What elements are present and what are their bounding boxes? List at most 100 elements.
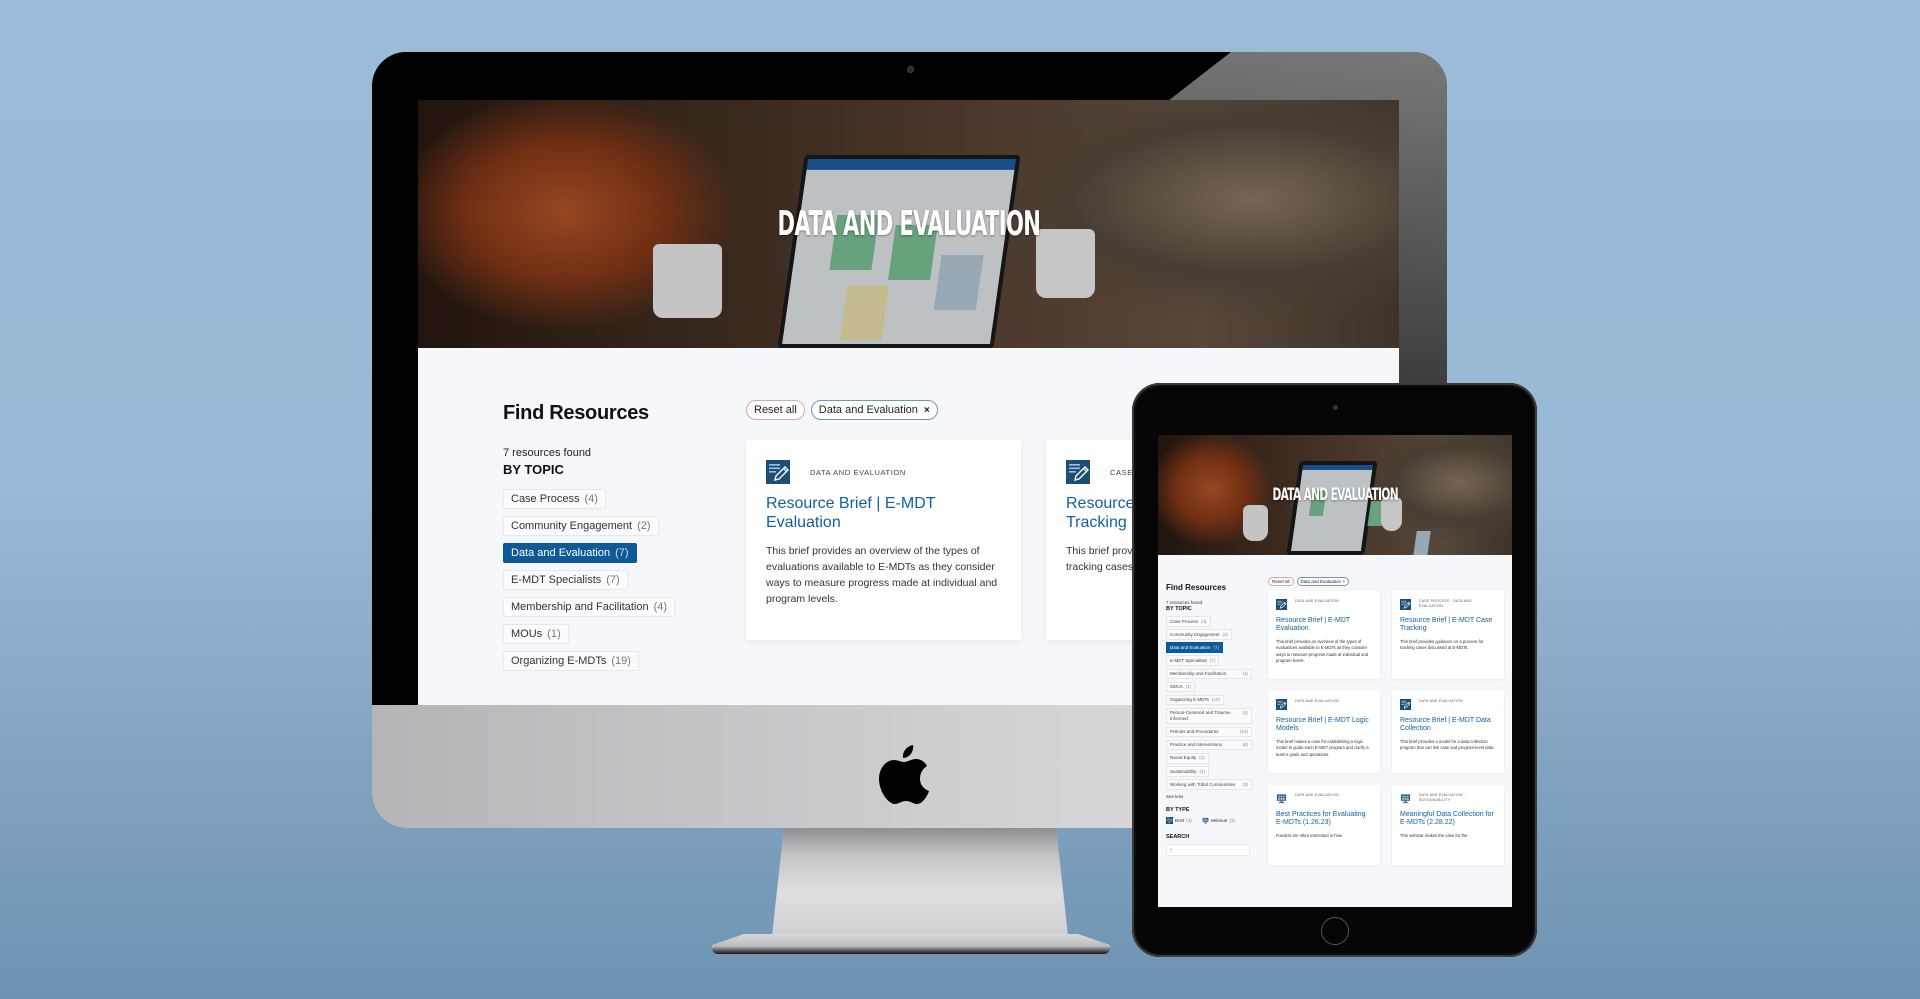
chip-label: Membership and Facilitation [511,601,649,613]
card-description: This brief provides an overview of the t… [1276,638,1369,664]
chip-label: Community Engagement [511,520,633,532]
chip-label: Membership and Facilitation [1170,671,1227,676]
resource-card[interactable]: CASE PROCESS · DATA AND EVALUATION Resou… [1392,591,1504,679]
chip-count: (4) [1242,671,1249,676]
topic-chip-case-process[interactable]: Case Process (4) [1166,616,1211,627]
search-heading: SEARCH [1166,833,1190,840]
type-count: (3) [1229,817,1235,823]
card-title-link[interactable]: Resource Brief | E-MDT Logic Models [1276,717,1372,734]
page-title: Find Resources [1166,583,1227,592]
card-description: This brief provides a model for a data c… [1400,738,1495,751]
resource-card[interactable]: DATA AND EVALUATION Best Practices for E… [1268,785,1380,865]
page-title: Find Resources [503,402,649,424]
resource-card[interactable]: DATA AND EVALUATION Resource Brief | E-M… [1268,691,1380,773]
chip-label: Data and Evaluation [1170,644,1211,650]
topic-chip-community-engagement[interactable]: Community Engagement (2) [1166,629,1233,640]
topic-chip-data-and-evaluation[interactable]: Data and Evaluation (7) [503,543,637,563]
topic-chip-practice-interventions[interactable]: Practice and Interventions (8) [1166,739,1252,751]
by-topic-heading: BY TOPIC [1166,606,1192,612]
webinar-icon [1202,817,1209,824]
card-title-link[interactable]: Meaningful Data Collection for E-MDTs (2… [1400,811,1496,828]
close-icon[interactable]: × [1342,579,1345,584]
active-filter-label: Data and Evaluation [818,404,918,416]
topic-chip-membership-facilitation[interactable]: Membership and Facilitation (4) [503,597,676,617]
topic-chip-emdt-specialists[interactable]: E-MDT Specialists (7) [503,570,628,590]
hero-title: DATA AND EVALUATION [1272,485,1398,505]
card-title-link[interactable]: Best Practices for Evaluating E-MDTs (1.… [1276,811,1372,828]
reset-all-button[interactable]: Reset all [746,400,805,420]
topic-chip-data-and-evaluation[interactable]: Data and Evaluation (7) [1166,642,1224,653]
monitor-stand [772,828,1068,936]
card-description: Funders are often interested in how [1276,832,1342,838]
hero-banner: DATA AND EVALUATION [418,100,1399,348]
by-topic-heading: BY TOPIC [503,462,564,477]
resource-card[interactable]: DATA AND EVALUATION Resource Brief | E-M… [1268,591,1380,679]
card-description: This brief makes a case for establishing… [1276,738,1369,757]
apple-logo-icon [879,745,929,804]
monitor-stand-base [712,934,1110,954]
chip-label: Case Process [511,493,580,505]
hero-banner: DATA AND EVALUATION [1158,435,1512,555]
chip-label: Person-Centered and Trauma-Informed [1170,710,1232,721]
type-filter-brief[interactable]: Brief (4) [1166,817,1192,824]
hero-photo-laptop [777,154,1021,348]
topic-chip-case-process[interactable]: Case Process (4) [503,489,606,509]
chip-label: Racial Equity [1170,755,1197,761]
card-category: CASE PROCESS · DATA AND EVALUATION [1419,599,1472,609]
topic-chip-racial-equity[interactable]: Racial Equity (2) [1166,752,1209,764]
active-filter-label: Data and Evaluation [1300,579,1342,584]
chip-label: Sustainability [1170,768,1197,774]
topic-chip-organizing-emdts[interactable]: Organizing E-MDTs (19) [1166,694,1225,706]
card-description: This webinar makes the case for the [1400,832,1468,838]
card-category: DATA AND EVALUATION [1295,793,1339,797]
chip-count: (7) [1209,657,1216,663]
tablet-mockup: DATA AND EVALUATION Find Resources 7 res… [1132,383,1537,957]
chip-count: (4) [1242,710,1249,716]
chip-count: (7) [606,574,620,586]
type-filter-webinar[interactable]: Webinar (3) [1202,817,1235,824]
card-description: This brief provides an overview of the t… [766,545,998,605]
chip-label: Data and Evaluation [511,547,611,559]
chip-label: Case Process [1170,618,1199,624]
document-edit-icon [1166,817,1173,824]
topic-chip-person-centered[interactable]: Person-Centered and Trauma-Informed (4) [1166,707,1252,725]
topic-chip-policies-procedures[interactable]: Policies and Procedures (10) [1166,726,1252,738]
document-edit-icon [1400,699,1411,710]
topic-chip-sustainability[interactable]: Sustainability (4) [1166,766,1210,777]
see-less-link[interactable]: See less [1166,794,1252,799]
chip-count: (2) [1222,631,1229,637]
topic-chip-tribal-communities[interactable]: Working with Tribal Communities (3) [1166,779,1252,790]
active-filter-tag[interactable]: Data and Evaluation × [810,400,938,420]
close-icon[interactable]: × [924,405,930,416]
resource-card[interactable]: DATA AND EVALUATION Resource Brief | E-M… [746,440,1021,640]
resource-card[interactable]: DATA AND EVALUATION Resource Brief | E-M… [1392,691,1504,773]
reset-all-button[interactable]: Reset all [1268,577,1294,586]
active-filters: Reset all Data and Evaluation × [1268,577,1349,586]
topic-chip-mous[interactable]: MOUs (1) [1166,681,1196,693]
webinar-icon [1276,793,1287,804]
topic-chip-emdt-specialists[interactable]: E-MDT Specialists (7) [1166,655,1220,666]
chip-count: (1) [1185,684,1192,690]
card-title-link[interactable]: Resource Brief | E-MDT Evaluation [766,494,1001,532]
card-title-link[interactable]: Resource Brief | E-MDT Data Collection [1400,717,1496,734]
topic-chip-community-engagement[interactable]: Community Engagement (2) [503,516,659,536]
card-title-link[interactable]: Resource Brief | E-MDT Evaluation [1276,617,1372,634]
type-label: Webinar [1210,817,1228,823]
chip-count: (1) [547,628,561,640]
chip-label: E-MDT Specialists [511,574,602,586]
active-filter-tag[interactable]: Data and Evaluation × [1296,577,1349,586]
document-edit-icon [1066,460,1090,484]
search-input[interactable]: ⌕ [1166,843,1250,856]
document-edit-icon [1276,599,1287,610]
topic-chip-mous[interactable]: MOUs (1) [503,624,569,644]
topic-chip-membership-facilitation[interactable]: Membership and Facilitation (4) [1166,668,1252,680]
chip-count: (4) [1199,768,1206,774]
chip-count: (4) [653,601,668,613]
topic-chip-organizing-emdts[interactable]: Organizing E-MDTs (19) [503,651,639,671]
card-title-link[interactable]: Resource Brief | E-MDT Case Tracking [1400,617,1496,634]
resource-card[interactable]: DATA AND EVALUATION · SUSTAINABILITY Mea… [1392,785,1504,865]
chip-count: (2) [637,520,651,532]
card-description: This brief provides guidance on a proces… [1400,638,1484,651]
home-button[interactable] [1320,917,1349,945]
chip-count: (7) [1213,644,1220,650]
